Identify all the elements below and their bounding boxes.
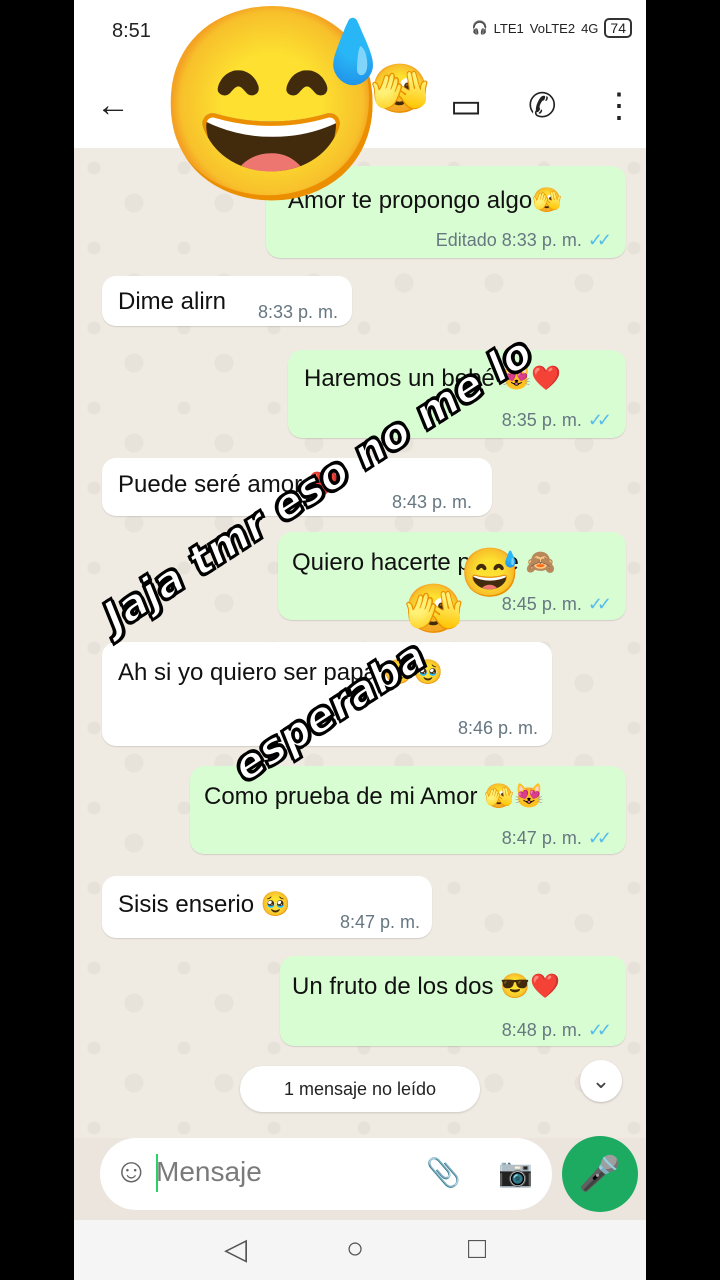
message-time: 8:33 p. m.: [257, 302, 338, 322]
more-options-icon[interactable]: ⋮: [602, 86, 636, 126]
camera-icon[interactable]: 📷: [498, 1156, 533, 1189]
phone-screen: 8:51 🎧 LTE1 VoLTE2 4G 74 ← ▭ ✆ ⋮ Amor te…: [74, 0, 646, 1280]
message-time: Editado 8:33 p. m. ✓✓: [435, 230, 612, 250]
sticker-icon[interactable]: ☺: [114, 1152, 149, 1191]
message-bubble-out[interactable]: Un fruto de los dos 😎❤️ 8:48 p. m. ✓✓: [280, 956, 626, 1046]
peek-face-sticker: 🫣: [370, 63, 430, 116]
message-bubble-in[interactable]: Sisis enserio 🥹 8:47 p. m.: [102, 876, 432, 938]
sweat-smile-sticker: 😅: [154, 0, 391, 211]
read-ticks-icon: ✓✓: [587, 230, 612, 250]
peek-face-sticker-small: 🫣: [404, 583, 464, 636]
read-ticks-icon: ✓✓: [587, 1020, 612, 1040]
read-ticks-icon: ✓✓: [587, 594, 612, 614]
message-bubble-in[interactable]: Dime alirn 8:33 p. m.: [102, 276, 352, 326]
message-time: 8:47 p. m.: [339, 912, 420, 932]
message-time: 8:35 p. m. ✓✓: [501, 410, 612, 430]
message-input-bar[interactable]: ☺ Mensaje 📎 📷: [100, 1138, 552, 1210]
message-text: Un fruto de los dos 😎❤️: [292, 973, 560, 1000]
message-text: Sisis enserio 🥹: [118, 891, 291, 918]
nav-recent-icon[interactable]: □: [468, 1232, 486, 1266]
battery-icon: 74: [604, 18, 632, 38]
scroll-down-icon[interactable]: ⌄: [580, 1060, 622, 1102]
status-icons: 🎧 LTE1 VoLTE2 4G 74: [471, 18, 632, 38]
system-nav-bar: ◁ ○ □: [74, 1220, 646, 1280]
status-time: 8:51: [112, 20, 151, 42]
read-ticks-icon: ✓✓: [587, 828, 612, 848]
headset-icon: 🎧: [471, 20, 488, 35]
lte-label: LTE1: [493, 20, 524, 36]
chat-area[interactable]: Amor te propongo algo🫣 Editado 8:33 p. m…: [74, 148, 646, 1138]
message-time: 8:43 p. m.: [391, 492, 472, 512]
read-ticks-icon: ✓✓: [587, 410, 612, 430]
unread-messages-badge[interactable]: 1 mensaje no leído: [240, 1066, 480, 1112]
message-time: 8:46 p. m.: [457, 718, 538, 738]
video-call-icon[interactable]: ▭: [450, 86, 482, 126]
microphone-button[interactable]: 🎤: [562, 1136, 638, 1212]
attach-icon[interactable]: 📎: [426, 1156, 461, 1189]
nav-back-icon[interactable]: ◁: [224, 1232, 247, 1267]
sweat-smile-sticker-small: 😅: [460, 547, 520, 600]
message-time: 8:48 p. m. ✓✓: [501, 1020, 612, 1040]
message-time: 8:47 p. m. ✓✓: [501, 828, 612, 848]
signal-label: 4G: [581, 20, 599, 36]
message-text: Dime alirn: [118, 288, 227, 315]
nav-home-icon[interactable]: ○: [346, 1232, 364, 1266]
back-arrow-icon[interactable]: ←: [96, 86, 130, 125]
phone-call-icon[interactable]: ✆: [528, 86, 557, 126]
volte-label: VoLTE2: [529, 20, 576, 36]
message-input[interactable]: Mensaje: [156, 1156, 262, 1188]
